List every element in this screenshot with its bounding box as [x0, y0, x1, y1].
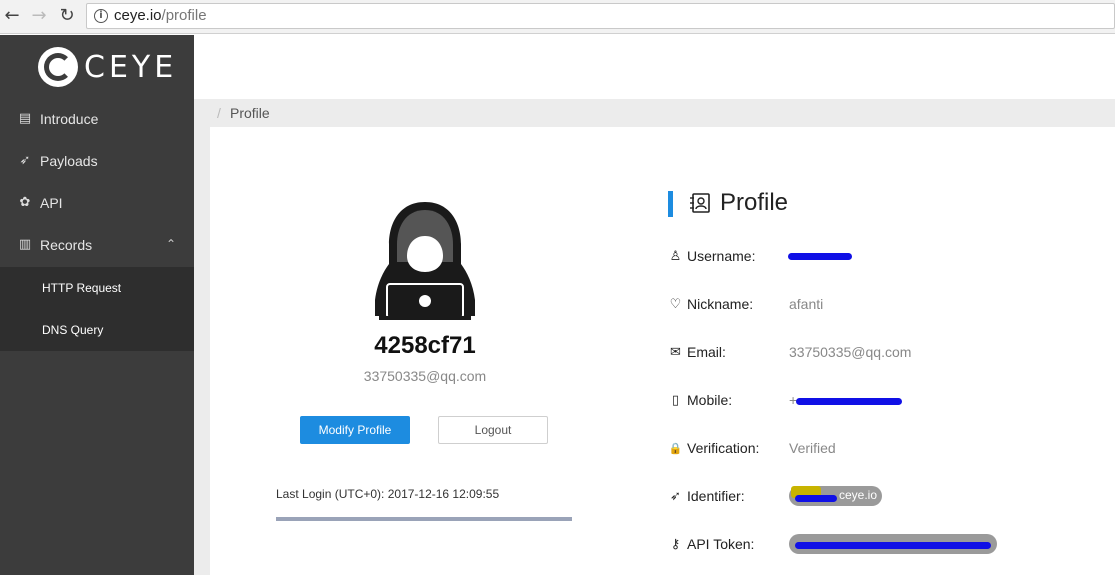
- browser-toolbar: ← → ↻ i ceye.io/profile: [0, 0, 1115, 34]
- modify-profile-button[interactable]: Modify Profile: [300, 416, 410, 444]
- key-icon: ⚷: [670, 537, 681, 552]
- rocket-icon: ➶: [19, 153, 31, 168]
- contact-card-icon: [690, 193, 710, 213]
- api-token-redaction: [795, 542, 991, 549]
- records-submenu: HTTP Request DNS Query: [0, 267, 194, 351]
- submenu-item-http-request[interactable]: HTTP Request: [0, 267, 194, 309]
- ceye-logo[interactable]: CEYE: [38, 45, 173, 89]
- nickname-label: Nickname:: [687, 296, 754, 312]
- identifier-redaction: [795, 495, 837, 502]
- phone-icon: ▯: [671, 393, 680, 408]
- forward-arrow-icon[interactable]: →: [29, 6, 49, 26]
- identifier-label: Identifier:: [687, 488, 745, 504]
- sidebar-item-label: API: [40, 195, 63, 211]
- logo-text: CEYE: [84, 50, 178, 85]
- divider-bar: [276, 517, 572, 521]
- title-accent-bar: [668, 191, 673, 217]
- identifier-pill: ceye.io: [789, 486, 882, 506]
- rocket-icon: ➶: [670, 489, 681, 504]
- user-icon: ♙: [669, 249, 682, 264]
- identifier-value: ceye.io: [839, 488, 878, 502]
- mobile-redaction: [796, 398, 902, 405]
- nickname-value: afanti: [789, 296, 824, 312]
- chevron-up-icon[interactable]: ⌃: [166, 237, 176, 251]
- sidebar-item-introduce[interactable]: ▤ Introduce: [0, 99, 194, 141]
- mobile-label: Mobile:: [687, 392, 733, 408]
- email-label: Email:: [687, 344, 726, 360]
- sidebar-item-api[interactable]: ✿ API: [0, 183, 194, 225]
- sidebar-item-label: Records: [40, 237, 93, 253]
- book-icon: ▤: [18, 111, 32, 126]
- api-token-pill: [789, 534, 997, 554]
- document-icon: ▥: [18, 237, 32, 252]
- info-icon[interactable]: i: [94, 9, 108, 23]
- logout-button[interactable]: Logout: [438, 416, 548, 444]
- username-redaction: [788, 253, 852, 260]
- back-arrow-icon[interactable]: ←: [2, 6, 22, 26]
- mail-icon: ✉: [670, 345, 681, 360]
- lock-icon: 🔒: [668, 442, 683, 455]
- verification-label: Verification:: [687, 440, 760, 456]
- hacker-avatar-icon: [375, 202, 475, 320]
- submenu-item-label: HTTP Request: [42, 281, 122, 295]
- heart-icon: ♡: [669, 297, 682, 312]
- molecule-icon: ✿: [19, 195, 31, 210]
- reload-icon[interactable]: ↻: [57, 6, 77, 26]
- details-title: Profile: [720, 189, 789, 216]
- submenu-item-dns-query[interactable]: DNS Query: [0, 309, 194, 351]
- submenu-item-label: DNS Query: [42, 323, 104, 337]
- breadcrumb-current: Profile: [230, 105, 270, 121]
- profile-user-email: 33750335@qq.com: [363, 368, 487, 384]
- verification-value: Verified: [789, 440, 836, 456]
- url-host: ceye.io: [114, 7, 162, 24]
- api-token-label: API Token:: [687, 536, 755, 552]
- username-label: Username:: [687, 248, 756, 264]
- sidebar: CEYE ▤ Introduce ➶ Payloads ✿ API ▥ Reco…: [0, 35, 194, 575]
- sidebar-item-label: Payloads: [40, 153, 98, 169]
- sidebar-item-records[interactable]: ▥ Records ⌃: [0, 225, 194, 267]
- content-gutter: [194, 127, 210, 575]
- logo-mark-icon: [38, 47, 78, 87]
- breadcrumb: / Profile: [194, 99, 1115, 127]
- email-value: 33750335@qq.com: [789, 344, 912, 360]
- top-header: [194, 35, 1115, 99]
- url-text[interactable]: ceye.io/profile: [114, 7, 207, 24]
- profile-user-id: 4258cf71: [374, 332, 476, 359]
- address-bar[interactable]: i ceye.io/profile: [86, 3, 1115, 29]
- url-path: /profile: [161, 7, 207, 24]
- breadcrumb-separator: /: [217, 105, 221, 121]
- last-login-text: Last Login (UTC+0): 2017-12-16 12:09:55: [276, 487, 500, 501]
- sidebar-item-label: Introduce: [40, 111, 99, 127]
- sidebar-item-payloads[interactable]: ➶ Payloads: [0, 141, 194, 183]
